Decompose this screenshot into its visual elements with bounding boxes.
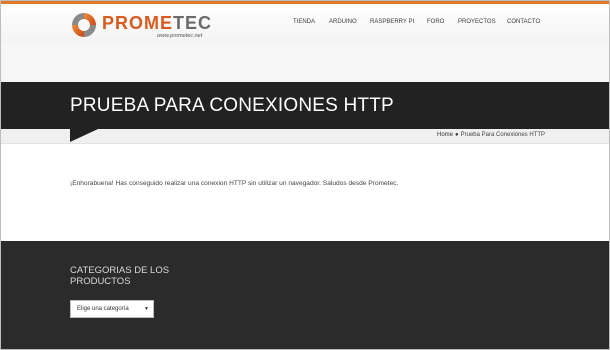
logo-text-prome: PROME (102, 13, 174, 33)
title-bar-notch (70, 129, 98, 142)
footer-categories-heading: CATEGORIAS DE LOS PRODUCTOS (70, 265, 170, 287)
logo-tagline: www.prometec.net (157, 33, 203, 39)
page-title: PRUEBA PARA CONEXIONES HTTP (70, 95, 394, 116)
logo-text-tec: TEC (173, 13, 213, 33)
header-spacer-band (1, 44, 609, 82)
nav-item-contacto[interactable]: CONTACTO (507, 19, 540, 25)
success-message: ¡Enhorabuena! Has conseguido realizar un… (70, 180, 399, 187)
nav-item-foro[interactable]: FORO (427, 19, 444, 25)
site-logo[interactable]: PROMETEC www.prometec.net (71, 11, 231, 41)
prometec-logo-icon (72, 13, 96, 37)
logo-wordmark: PROMETEC (102, 13, 212, 33)
nav-item-raspberry-pi[interactable]: RASPBERRY PI (370, 19, 414, 25)
breadcrumb: Home ● Prueba Para Conexiones HTTP (437, 132, 545, 138)
nav-item-proyectos[interactable]: PROYECTOS (458, 19, 496, 25)
chevron-down-icon: ▼ (144, 306, 149, 312)
category-select[interactable]: Elige una categoría ▼ (70, 300, 154, 318)
nav-item-tienda[interactable]: TIENDA (293, 19, 315, 25)
main-content (1, 144, 609, 241)
site-footer (1, 241, 609, 349)
nav-item-arduino[interactable]: ARDUINO (329, 19, 357, 25)
category-select-value: Elige una categoría (77, 306, 129, 312)
breadcrumb-home-link[interactable]: Home (437, 132, 453, 138)
site-header: PROMETEC www.prometec.net TIENDA ARDUINO… (1, 4, 609, 44)
browser-frame: PROMETEC www.prometec.net TIENDA ARDUINO… (0, 0, 610, 350)
breadcrumb-separator: ● (455, 132, 459, 138)
breadcrumb-current: Prueba Para Conexiones HTTP (460, 132, 545, 138)
